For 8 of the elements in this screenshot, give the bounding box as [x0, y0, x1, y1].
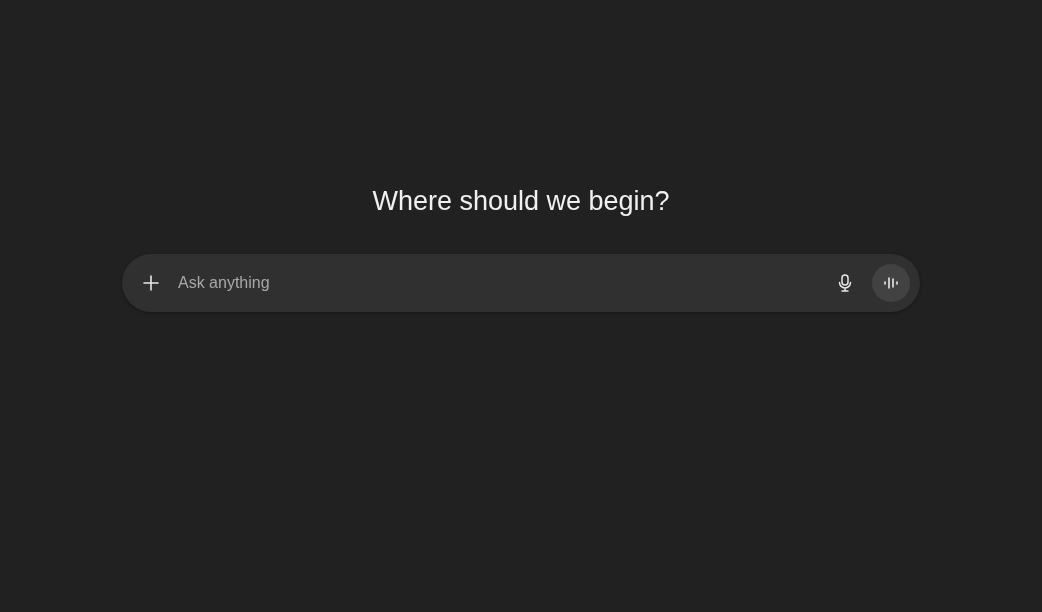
add-button[interactable]	[140, 272, 162, 294]
plus-icon	[143, 275, 159, 291]
prompt-input[interactable]: Ask anything	[176, 273, 822, 293]
microphone-icon	[838, 274, 852, 292]
prompt-field[interactable]: Ask anything	[122, 254, 920, 312]
waveform-icon	[883, 276, 899, 290]
heading: Where should we begin?	[372, 186, 670, 217]
voice-button[interactable]	[872, 264, 910, 302]
